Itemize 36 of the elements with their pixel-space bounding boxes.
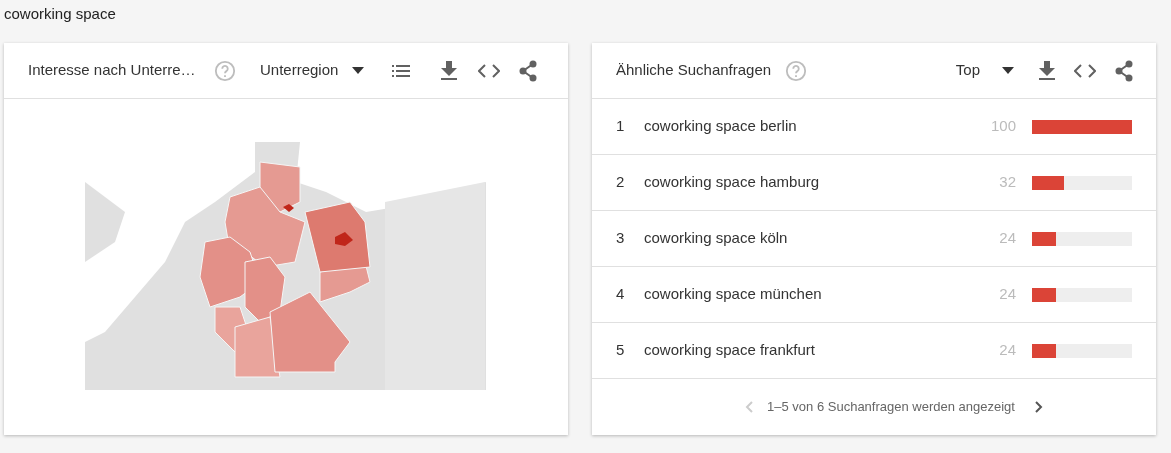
query-link[interactable]: coworking space münchen: [644, 283, 822, 306]
share-icon[interactable]: [518, 59, 539, 82]
query-row[interactable]: 3 coworking space köln 24: [592, 211, 1156, 267]
download-icon[interactable]: [1038, 60, 1056, 81]
code-icon[interactable]: [1074, 63, 1096, 78]
download-icon[interactable]: [440, 60, 459, 81]
caret-icon: [1002, 67, 1014, 74]
rank-number: 4: [616, 284, 626, 305]
query-row[interactable]: 2 coworking space hamburg 32: [592, 155, 1156, 211]
card-title: Ähnliche Suchanfragen: [616, 60, 772, 81]
pagination-text: 1–5 von 6 Suchanfragen werden angezeigt: [767, 398, 1015, 417]
interest-value: 24: [998, 228, 1016, 249]
query-link[interactable]: coworking space hamburg: [644, 171, 820, 194]
rank-number: 2: [616, 172, 626, 193]
rank-number: 1: [616, 116, 626, 137]
interest-value: 24: [998, 284, 1016, 305]
query-link[interactable]: coworking space berlin: [644, 115, 797, 138]
code-icon[interactable]: [478, 63, 501, 78]
query-link[interactable]: coworking space köln: [644, 227, 788, 250]
list-icon[interactable]: [392, 64, 411, 77]
card-title: Interesse nach Unterre…: [28, 60, 197, 81]
rank-number: 3: [616, 228, 626, 249]
rank-number: 5: [616, 340, 626, 361]
caret-icon: [352, 67, 365, 74]
query-row[interactable]: 5 coworking space frankfurt 24: [592, 323, 1156, 379]
query-link[interactable]: coworking space frankfurt: [644, 339, 815, 362]
next-icon[interactable]: [1034, 401, 1043, 413]
share-icon[interactable]: [1114, 59, 1134, 82]
interest-value: 100: [989, 116, 1016, 137]
subregion-dropdown[interactable]: Unterregion: [260, 59, 365, 82]
interest-value: 32: [998, 172, 1016, 193]
query-row[interactable]: 4 coworking space münchen 24: [592, 267, 1156, 323]
query-row[interactable]: 1 coworking space berlin 100: [592, 99, 1156, 155]
interest-value: 24: [998, 340, 1016, 361]
top-dropdown[interactable]: Top: [955, 59, 1014, 82]
search-term: coworking space: [3, 4, 117, 24]
